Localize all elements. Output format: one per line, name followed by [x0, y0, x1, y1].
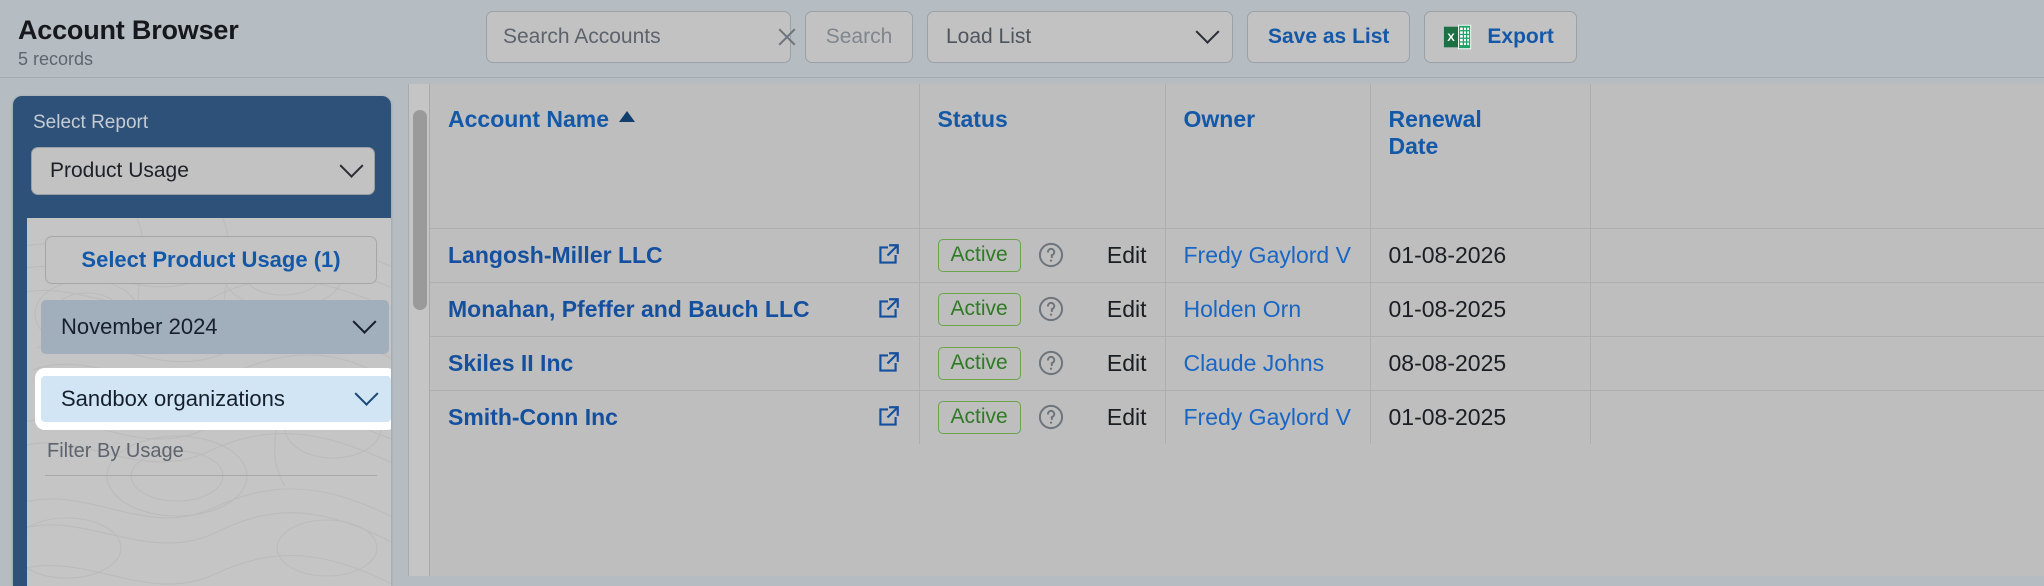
edit-link[interactable]: Edit: [1065, 242, 1147, 269]
accounts-table-container: Account Name Status Owner Renewal Date La…: [430, 84, 2044, 576]
cell-renewal-date: 08-08-2025: [1370, 335, 1591, 390]
account-name-link[interactable]: Skiles II Inc: [448, 350, 875, 377]
table-row[interactable]: Monahan, Pfeffer and Bauch LLC Active Ed…: [430, 281, 2044, 336]
save-as-list-button[interactable]: Save as List: [1247, 11, 1411, 63]
page-title: Account Browser: [18, 15, 239, 45]
status-badge: Active: [937, 238, 1021, 272]
column-header-account-name[interactable]: Account Name: [430, 84, 920, 228]
load-list-label: Load List: [946, 25, 1032, 48]
cell-spacer: [1590, 389, 2044, 444]
record-count: 5 records: [18, 49, 94, 69]
status-badge: Active: [937, 400, 1021, 434]
account-name-link[interactable]: Smith-Conn Inc: [448, 404, 875, 431]
search-input[interactable]: [503, 25, 774, 49]
cell-spacer: [1590, 335, 2044, 390]
report-select-value: Product Usage: [50, 159, 189, 182]
org-dropdown-value: Sandbox organizations: [61, 386, 285, 411]
scrollbar-thumb[interactable]: [413, 110, 427, 310]
column-header-spacer: [1590, 84, 2044, 228]
edit-link[interactable]: Edit: [1065, 350, 1147, 377]
table-header-row: Account Name Status Owner Renewal Date: [430, 84, 2044, 228]
account-name-link[interactable]: Langosh-Miller LLC: [448, 242, 875, 269]
external-link-icon[interactable]: [875, 242, 901, 268]
caret-up-icon: [619, 111, 636, 122]
table-body: Langosh-Miller LLC Active Edit Fredy Gay…: [430, 227, 2044, 444]
chevron-down-icon: [339, 153, 364, 178]
org-dropdown[interactable]: Sandbox organizations: [41, 376, 391, 422]
chevron-down-icon: [352, 309, 377, 334]
svg-text:X: X: [1448, 32, 1456, 44]
toolbar: Search Load List Save as List X: [486, 11, 1577, 63]
export-label: Export: [1487, 25, 1554, 48]
column-header-owner[interactable]: Owner: [1165, 84, 1371, 228]
cell-spacer: [1590, 227, 2044, 282]
cell-owner[interactable]: Claude Johns: [1165, 335, 1371, 390]
report-panel-body: Select Product Usage (1) November 2024 S…: [27, 218, 391, 586]
filter-divider: [45, 475, 377, 495]
chevron-down-icon: [1195, 19, 1220, 44]
edit-link[interactable]: Edit: [1065, 296, 1147, 323]
search-button[interactable]: Search: [805, 11, 913, 63]
cell-account-name: Langosh-Miller LLC: [430, 227, 920, 282]
status-badge: Active: [937, 292, 1021, 326]
cell-account-name: Monahan, Pfeffer and Bauch LLC: [430, 281, 920, 336]
question-circle-icon[interactable]: [1037, 349, 1065, 377]
cell-owner[interactable]: Fredy Gaylord V: [1165, 227, 1371, 282]
top-bar: Account Browser 5 records Search Load Li…: [0, 0, 2044, 78]
question-circle-icon[interactable]: [1037, 241, 1065, 269]
column-header-status[interactable]: Status: [919, 84, 1166, 228]
table-row[interactable]: Smith-Conn Inc Active Edit Fredy Gaylord…: [430, 389, 2044, 444]
search-box[interactable]: [486, 11, 791, 63]
cell-renewal-date: 01-08-2025: [1370, 389, 1591, 444]
export-button[interactable]: X Export: [1424, 11, 1577, 63]
external-link-icon[interactable]: [875, 404, 901, 430]
cell-status: Active Edit: [919, 389, 1166, 444]
table-header: Account Name Status Owner Renewal Date: [430, 84, 2044, 228]
load-list-dropdown[interactable]: Load List: [927, 11, 1233, 63]
table-row[interactable]: Skiles II Inc Active Edit Claude Johns 0…: [430, 335, 2044, 390]
account-name-link[interactable]: Monahan, Pfeffer and Bauch LLC: [448, 296, 875, 323]
edit-link[interactable]: Edit: [1065, 404, 1147, 431]
org-dropdown-focus-ring: Sandbox organizations: [35, 368, 391, 430]
cell-renewal-date: 01-08-2026: [1370, 227, 1591, 282]
question-circle-icon[interactable]: [1037, 295, 1065, 323]
close-x-icon[interactable]: [774, 24, 800, 50]
external-link-icon[interactable]: [875, 296, 901, 322]
cell-account-name: Skiles II Inc: [430, 335, 920, 390]
column-label: Account Name: [448, 106, 610, 132]
column-header-renewal-date[interactable]: Renewal Date: [1370, 84, 1591, 228]
select-report-label: Select Report: [33, 112, 149, 133]
cell-account-name: Smith-Conn Inc: [430, 389, 920, 444]
report-panel: Select Report Product Usage Select Produ…: [13, 96, 391, 586]
accounts-table: Account Name Status Owner Renewal Date La…: [430, 84, 2044, 444]
cell-spacer: [1590, 281, 2044, 336]
cell-owner[interactable]: Holden Orn: [1165, 281, 1371, 336]
status-badge: Active: [937, 346, 1021, 380]
cell-owner[interactable]: Fredy Gaylord V: [1165, 389, 1371, 444]
report-select[interactable]: Product Usage: [31, 147, 375, 195]
cell-status: Active Edit: [919, 335, 1166, 390]
select-product-usage-button[interactable]: Select Product Usage (1): [45, 236, 377, 284]
excel-icon: X: [1444, 24, 1472, 50]
cell-status: Active Edit: [919, 281, 1166, 336]
cell-status: Active Edit: [919, 227, 1166, 282]
external-link-icon[interactable]: [875, 350, 901, 376]
cell-renewal-date: 01-08-2025: [1370, 281, 1591, 336]
filter-by-usage-label: Filter By Usage: [47, 440, 184, 462]
question-circle-icon[interactable]: [1037, 403, 1065, 431]
title-block: Account Browser 5 records: [18, 14, 239, 71]
month-dropdown-value: November 2024: [61, 314, 218, 339]
chevron-down-icon: [354, 381, 379, 406]
table-row[interactable]: Langosh-Miller LLC Active Edit Fredy Gay…: [430, 227, 2044, 282]
month-dropdown[interactable]: November 2024: [41, 300, 389, 354]
vertical-scrollbar[interactable]: [408, 84, 430, 576]
